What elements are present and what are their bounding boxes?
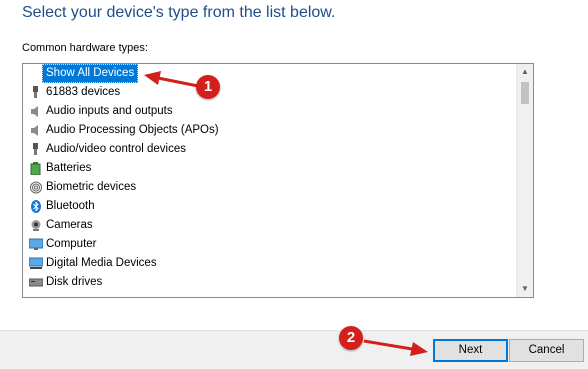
list-rows: Show All Devices 61883 devices Audio inp… <box>23 64 516 297</box>
cancel-button[interactable]: Cancel <box>509 339 584 362</box>
media-device-icon <box>29 257 43 269</box>
list-item-label: Computer <box>46 238 97 250</box>
list-item-label: Digital Media Devices <box>46 257 157 269</box>
list-label: Common hardware types: <box>22 42 148 54</box>
list-item-digital-media-devices[interactable]: Digital Media Devices <box>23 254 516 273</box>
display-adapter-icon <box>29 295 43 297</box>
list-item-label: Disk drives <box>46 276 103 288</box>
list-item-biometric-devices[interactable]: Biometric devices <box>23 178 516 197</box>
battery-icon <box>30 162 41 175</box>
page-heading: Select your device's type from the list … <box>22 4 336 21</box>
list-item-label: Batteries <box>46 162 92 174</box>
hardware-type-list[interactable]: Show All Devices 61883 devices Audio inp… <box>22 63 534 298</box>
list-item-show-all-devices[interactable]: Show All Devices <box>23 64 516 83</box>
list-item-label: 61883 devices <box>46 86 121 98</box>
list-item-partial <box>23 292 516 297</box>
plug-icon <box>33 86 38 98</box>
list-item-audio-video-control[interactable]: Audio/video control devices <box>23 140 516 159</box>
camera-icon <box>31 220 41 231</box>
list-item-disk-drives[interactable]: Disk drives <box>23 273 516 292</box>
list-item-label: Cameras <box>46 219 93 231</box>
bluetooth-icon <box>31 200 41 213</box>
speaker-icon <box>31 106 38 117</box>
list-item-bluetooth[interactable]: Bluetooth <box>23 197 516 216</box>
list-item-batteries[interactable]: Batteries <box>23 159 516 178</box>
scroll-down-icon[interactable]: ▼ <box>517 281 533 297</box>
next-button[interactable]: Next <box>433 339 508 362</box>
list-item-label: Show All Devices <box>42 64 139 83</box>
list-item-label: Audio Processing Objects (APOs) <box>46 124 219 136</box>
list-item-cameras[interactable]: Cameras <box>23 216 516 235</box>
callout-badge-2: 2 <box>339 326 363 350</box>
list-item-audio-inputs-outputs[interactable]: Audio inputs and outputs <box>23 102 516 121</box>
fingerprint-icon <box>30 181 42 194</box>
vertical-scrollbar[interactable]: ▲ ▼ <box>516 64 533 297</box>
speaker-icon <box>31 125 38 136</box>
list-item-computer[interactable]: Computer <box>23 235 516 254</box>
scroll-up-icon[interactable]: ▲ <box>517 64 533 80</box>
list-item-label: Audio/video control devices <box>46 143 186 155</box>
plug-icon <box>33 143 38 155</box>
list-item-61883-devices[interactable]: 61883 devices <box>23 83 516 102</box>
monitor-icon <box>29 238 43 250</box>
list-item-label: Biometric devices <box>46 181 137 193</box>
list-item-label: Bluetooth <box>46 200 95 212</box>
disk-drive-icon <box>29 278 43 287</box>
list-item-label: Audio inputs and outputs <box>46 105 173 117</box>
list-item-audio-processing-objects[interactable]: Audio Processing Objects (APOs) <box>23 121 516 140</box>
scroll-thumb[interactable] <box>521 82 529 104</box>
callout-badge-1: 1 <box>196 75 220 99</box>
